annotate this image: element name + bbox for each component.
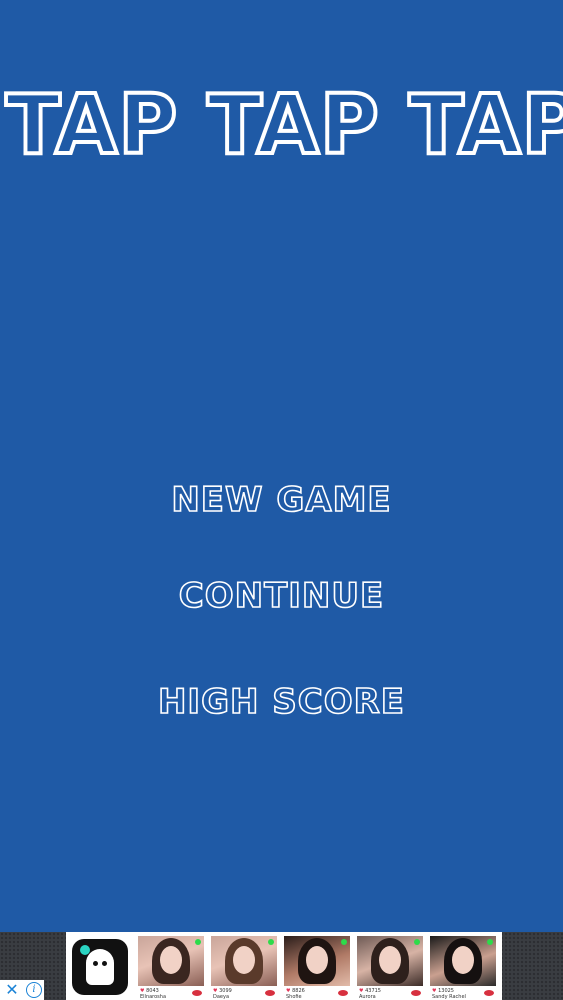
ad-profile-thumb[interactable]: ♥ 3099 Daeya: [211, 936, 277, 1000]
lips-icon: [192, 990, 202, 996]
profile-name: Aurora: [359, 994, 376, 1000]
online-dot-icon: [414, 939, 420, 945]
lips-icon: [265, 990, 275, 996]
profile-photo: [211, 936, 277, 986]
high-score-button[interactable]: HIGH SCORE: [0, 681, 563, 723]
ad-content[interactable]: ♥ 8043 Ellnarosha ♥ 3099 Daeya ♥ 8826 Sh…: [66, 932, 502, 1000]
profile-photo: [284, 936, 350, 986]
ad-profile-thumb[interactable]: ♥ 8826 Shofie: [284, 936, 350, 1000]
ad-profile-thumb[interactable]: ♥ 43715 Aurora: [357, 936, 423, 1000]
online-dot-icon: [195, 939, 201, 945]
lips-icon: [338, 990, 348, 996]
ad-profile-thumb[interactable]: ♥ 8043 Ellnarosha: [138, 936, 204, 1000]
new-game-button[interactable]: NEW GAME: [0, 479, 563, 521]
game-title: TAP TAP TAP: [4, 76, 563, 175]
game-menu-screen: TAP TAP TAP NEW GAME CONTINUE HIGH SCORE: [0, 0, 563, 932]
ghost-icon: [86, 949, 114, 985]
profile-photo: [357, 936, 423, 986]
profile-name: Daeya: [213, 994, 230, 1000]
profile-name: Sandy Rachel: [432, 994, 466, 1000]
lips-icon: [411, 990, 421, 996]
ad-controls: ✕ i: [0, 980, 44, 1000]
online-dot-icon: [341, 939, 347, 945]
ad-info-icon[interactable]: i: [26, 982, 42, 998]
ad-banner[interactable]: ♥ 8043 Ellnarosha ♥ 3099 Daeya ♥ 8826 Sh…: [0, 932, 563, 1000]
ad-profile-thumb[interactable]: ♥ 13025 Sandy Rachel: [430, 936, 496, 1000]
online-dot-icon: [487, 939, 493, 945]
ad-close-icon[interactable]: ✕: [2, 980, 22, 1000]
profile-photo: [138, 936, 204, 986]
profile-photo: [430, 936, 496, 986]
profile-name: Shofie: [286, 994, 302, 1000]
online-dot-icon: [268, 939, 274, 945]
continue-button[interactable]: CONTINUE: [0, 575, 563, 617]
profile-name: Ellnarosha: [140, 994, 167, 1000]
lips-icon: [484, 990, 494, 996]
ad-app-logo-icon[interactable]: [72, 939, 128, 995]
